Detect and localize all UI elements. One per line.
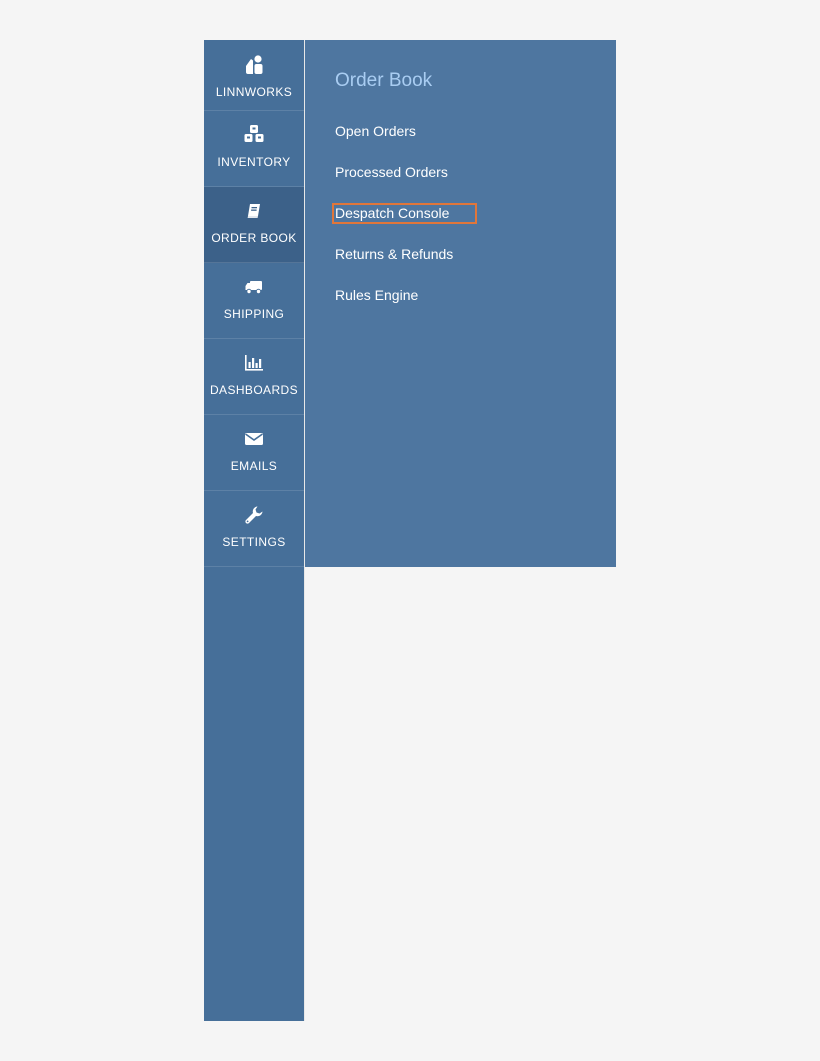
main-sidebar: LINNWORKS INVENTORY ORDER BOOK SHIPPING … [204, 40, 304, 1021]
open-orders-link[interactable]: Open Orders [335, 122, 416, 140]
linnworks-logo-icon [204, 55, 304, 75]
sidebar-item-dashboards[interactable]: DASHBOARDS [204, 339, 304, 415]
sidebar-item-settings[interactable]: SETTINGS [204, 491, 304, 567]
sidebar-item-inventory[interactable]: INVENTORY [204, 111, 304, 187]
sidebar-item-label: DASHBOARDS [209, 383, 299, 397]
sidebar-item-shipping[interactable]: SHIPPING [204, 263, 304, 339]
sidebar-item-linnworks[interactable]: LINNWORKS [204, 40, 304, 111]
flyout-title: Order Book [335, 70, 433, 91]
order-book-flyout-menu: Order Book Open Orders Processed Orders … [305, 40, 616, 567]
sidebar-item-label: ORDER BOOK [211, 231, 297, 245]
boxes-icon [204, 124, 304, 144]
returns-refunds-link[interactable]: Returns & Refunds [335, 245, 453, 263]
sidebar-item-label: SHIPPING [223, 307, 285, 321]
sidebar-item-label: LINNWORKS [215, 85, 293, 99]
truck-icon [204, 277, 304, 297]
sidebar-item-emails[interactable]: EMAILS [204, 415, 304, 491]
rules-engine-link[interactable]: Rules Engine [335, 286, 418, 304]
book-icon [204, 201, 304, 221]
bar-chart-icon [204, 353, 304, 373]
sidebar-item-order-book[interactable]: ORDER BOOK [204, 187, 304, 263]
sidebar-item-label: INVENTORY [217, 155, 291, 169]
envelope-icon [204, 429, 304, 449]
sidebar-item-label: EMAILS [230, 459, 278, 473]
despatch-console-link[interactable]: Despatch Console [335, 204, 449, 222]
sidebar-item-label: SETTINGS [222, 535, 286, 549]
processed-orders-link[interactable]: Processed Orders [335, 163, 448, 181]
wrench-icon [204, 505, 304, 525]
